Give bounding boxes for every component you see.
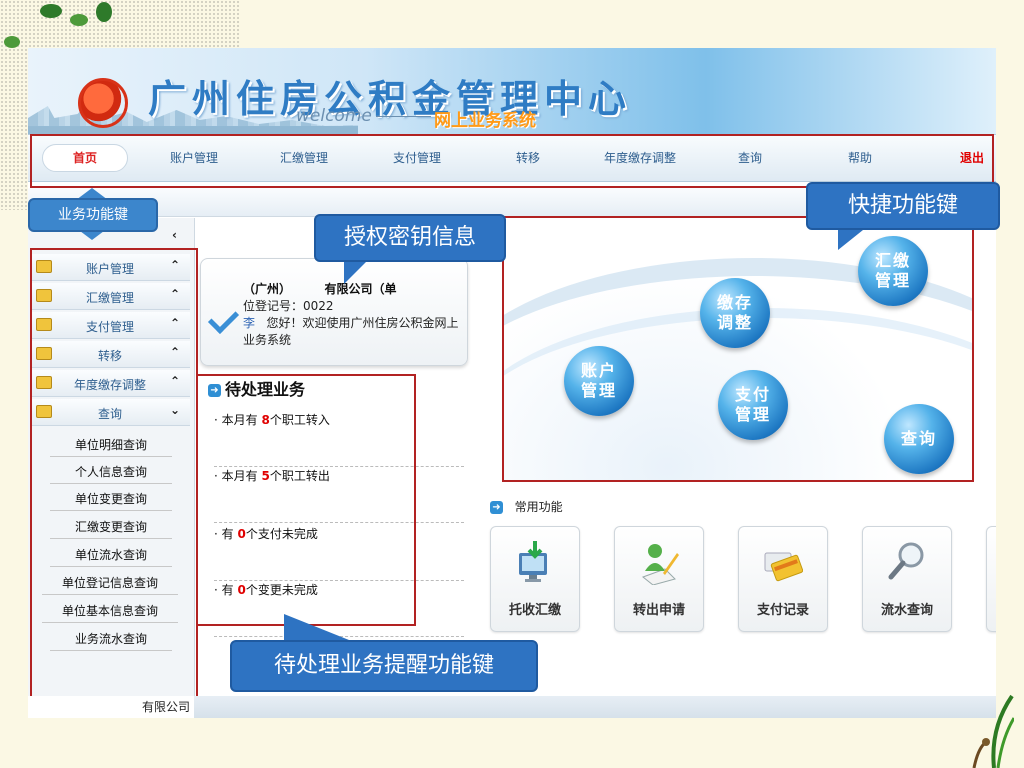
footer-bar: 有限公司 [28,696,996,718]
callout-auth-key-info: 授权密钥信息 [314,214,506,262]
shortcut-panel: 账户管理 缴存调整 汇缴管理 支付管理 查询 [502,216,974,482]
shortcut-deposit-adjust[interactable]: 缴存调整 [700,278,770,348]
user-edit-icon [641,544,679,585]
button-label: 托收汇缴 [508,603,561,618]
checkmark-icon [207,302,240,335]
user-info-text: （广州） 有限公司（单 位登记号：0022 李 您好！欢迎使用广州住房公积金网上… [243,281,459,349]
button-label: 支付记录 [756,603,809,618]
leaf-decoration [70,14,88,26]
shortcut-payment-management[interactable]: 支付管理 [718,370,788,440]
welcome-message: 李 您好！欢迎使用广州住房公积金网上业务系统 [243,316,459,347]
more-function-button-partial[interactable] [986,526,996,632]
shortcut-remit-management[interactable]: 汇缴管理 [858,236,928,306]
card-icon [764,552,803,582]
arrow-right-icon: ➜ [490,501,503,514]
computer-download-icon [519,541,547,582]
leaf-decoration [40,4,62,18]
collapse-sidebar-icon[interactable]: ‹ [172,228,177,242]
callout-todo-reminder: 待处理业务提醒功能键 [230,640,538,692]
button-label: 转出申请 [632,603,685,618]
todo-highlight-frame [196,374,416,626]
system-subtitle: 网上业务系统 [434,111,536,131]
sidebar-highlight-frame [30,248,198,700]
common-functions-title: ➜ 常用功能 [490,498,563,515]
navbar-highlight-frame [30,134,994,188]
magnifier-icon [888,542,924,580]
button-label: 流水查询 [880,603,933,618]
registration-number: 位登记号：0022 [243,299,334,313]
callout-quick-keys: 快捷功能键 [806,182,1000,230]
plant-decoration [972,694,1014,768]
callout-pointer [284,614,354,642]
user-info-card: （广州） 有限公司（单 位登记号：0022 李 您好！欢迎使用广州住房公积金网上… [200,258,468,366]
user-name: 李 [243,316,256,330]
logo-icon [78,78,128,128]
transfer-out-request-button[interactable]: 转出申请 [614,526,704,632]
shortcut-query[interactable]: 查询 [884,404,954,474]
flow-query-button[interactable]: 流水查询 [862,526,952,632]
collection-remit-button[interactable]: 托收汇缴 [490,526,580,632]
payment-record-button[interactable]: 支付记录 [738,526,828,632]
footer-company-text: 有限公司 [28,696,194,718]
app-window: 广州住房公积金管理中心 welcome 网上业务系统 首页 账户管理 汇缴管理 … [28,48,996,718]
leaf-decoration [4,36,20,48]
leaf-decoration [96,2,112,22]
shortcut-account-management[interactable]: 账户管理 [564,346,634,416]
callout-business-keys: 业务功能键 [28,198,158,232]
welcome-text: welcome [296,106,435,126]
header-banner: 广州住房公积金管理中心 welcome 网上业务系统 [28,48,996,134]
